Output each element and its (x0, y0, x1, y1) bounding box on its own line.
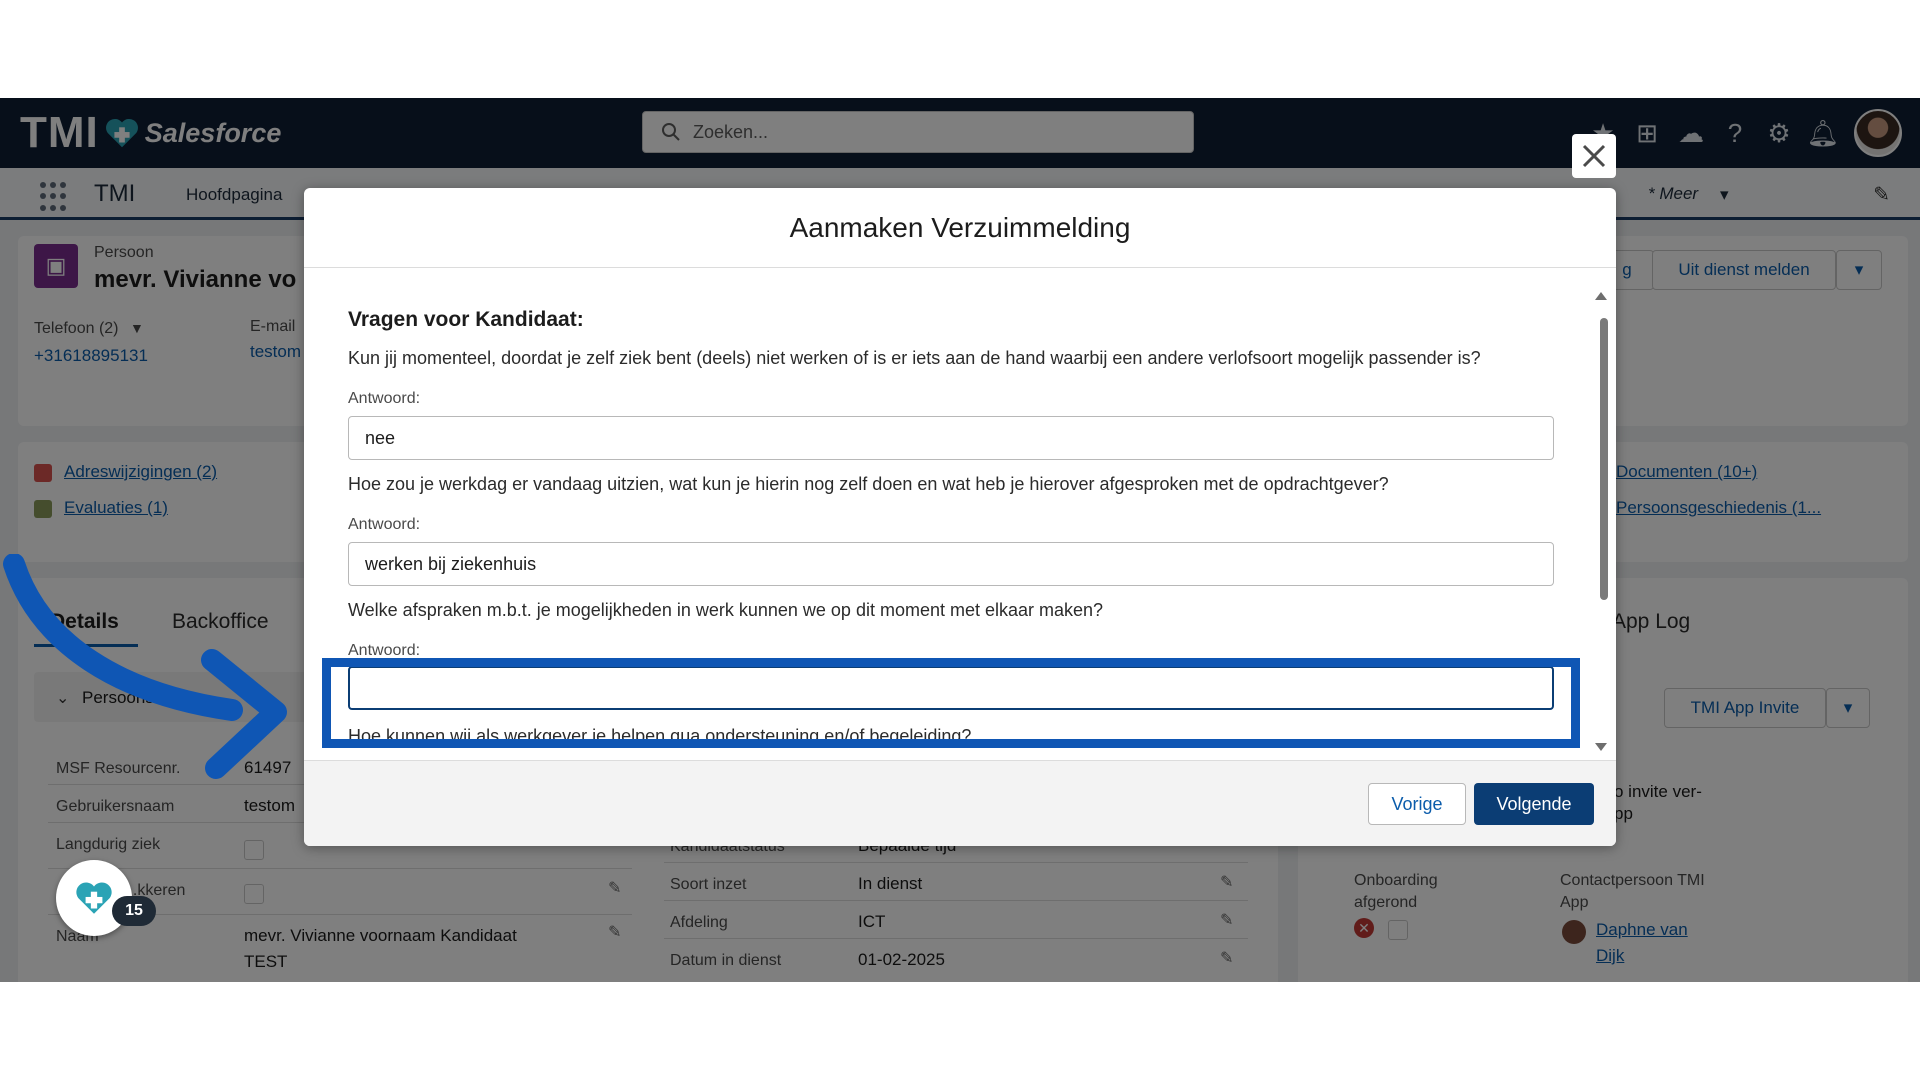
tutorial-arrow-icon (3, 554, 287, 779)
close-icon (1582, 144, 1606, 168)
scroll-up-arrow-icon[interactable] (1595, 292, 1607, 300)
section-heading: Vragen voor Kandidaat: (348, 308, 584, 331)
question-1: Kun jij momenteel, doordat je zelf ziek … (348, 348, 1481, 368)
modal-scrollbar-thumb[interactable] (1600, 318, 1608, 600)
vorige-button[interactable]: Vorige (1368, 783, 1466, 825)
modal-footer: Vorige Volgende (304, 760, 1616, 846)
volgende-button[interactable]: Volgende (1474, 783, 1594, 825)
answer-1-label: Antwoord: (348, 390, 421, 407)
scroll-down-arrow-icon[interactable] (1595, 743, 1607, 751)
tutorial-highlight-box (322, 658, 1580, 748)
question-2: Hoe zou je werkdag er vandaag uitzien, w… (348, 474, 1389, 494)
modal-title: Aanmaken Verzuimmelding (304, 188, 1616, 268)
heart-plus-icon (76, 882, 112, 914)
answer-2-input[interactable] (348, 542, 1554, 586)
answer-2-label: Antwoord: (348, 516, 421, 533)
answer-1-input[interactable] (348, 416, 1554, 460)
app-stage: TMI Salesforce Zoeken... ★ ⊞ ☁ ? ⚙ 🔔︎ TM… (0, 98, 1920, 982)
modal-close-button[interactable] (1572, 134, 1616, 178)
notification-count-badge: 15 (112, 896, 156, 926)
question-3: Welke afspraken m.b.t. je mogelijkheden … (348, 600, 1104, 620)
